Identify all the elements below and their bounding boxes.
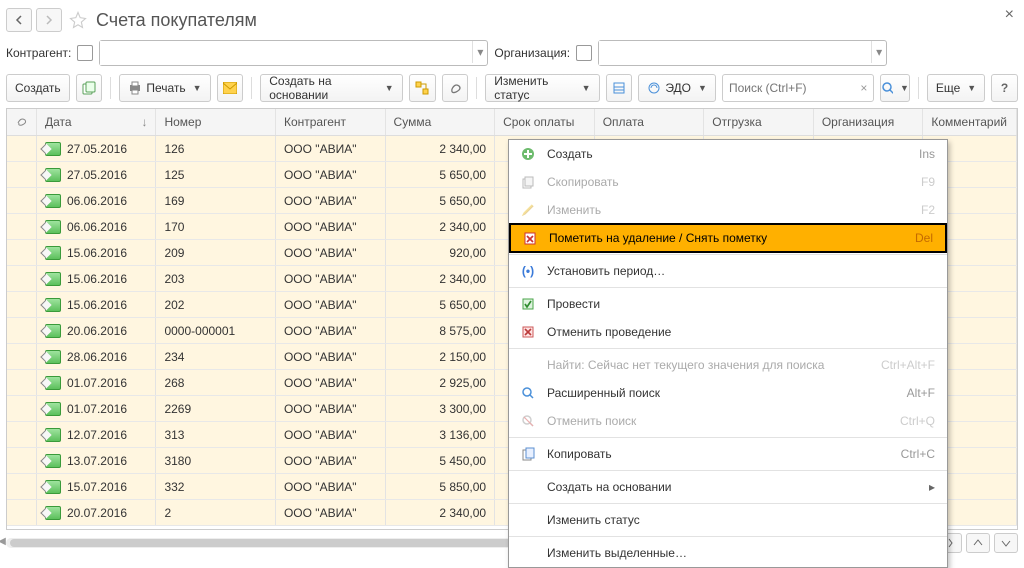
context-menu: СоздатьIns СкопироватьF9 ИзменитьF2 Поме… xyxy=(508,139,948,568)
help-button[interactable]: ? xyxy=(991,74,1018,102)
col-pay-due[interactable]: Срок оплаты xyxy=(495,109,595,135)
ctx-post[interactable]: Провести xyxy=(509,290,947,318)
ctx-change-selected[interactable]: Изменить выделенные… xyxy=(509,539,947,567)
clipboard-copy-icon xyxy=(519,445,537,463)
doc-posted-icon xyxy=(45,324,61,338)
plus-icon xyxy=(519,145,537,163)
contractor-field[interactable]: ▾ xyxy=(99,40,488,66)
edo-icon xyxy=(647,81,661,95)
contractor-label: Контрагент: xyxy=(6,46,71,60)
page-title: Счета покупателям xyxy=(96,10,257,31)
doc-posted-icon xyxy=(45,350,61,364)
doc-posted-icon xyxy=(45,428,61,442)
search-icon xyxy=(519,384,537,402)
col-date[interactable]: Дата↓ xyxy=(37,109,157,135)
doc-posted-icon xyxy=(45,272,61,286)
search-box[interactable]: × xyxy=(722,74,874,102)
chevron-right-icon: ▸ xyxy=(929,480,935,494)
copy-button[interactable] xyxy=(76,74,103,102)
edo-button[interactable]: ЭДО▼ xyxy=(638,74,716,102)
ctx-cancel-find: Отменить поискCtrl+Q xyxy=(509,407,947,435)
organization-field[interactable]: ▾ xyxy=(598,40,887,66)
doc-posted-icon xyxy=(45,220,61,234)
doc-posted-icon xyxy=(45,506,61,520)
ctx-create[interactable]: СоздатьIns xyxy=(509,140,947,168)
more-button[interactable]: Еще▼ xyxy=(927,74,985,102)
create-button[interactable]: Создать xyxy=(6,74,70,102)
doc-posted-icon xyxy=(45,168,61,182)
doc-posted-icon xyxy=(45,376,61,390)
find-button[interactable]: ▼ xyxy=(880,74,910,102)
col-comment[interactable]: Комментарий xyxy=(923,109,1017,135)
col-sum[interactable]: Сумма xyxy=(386,109,496,135)
col-payment[interactable]: Оплата xyxy=(595,109,705,135)
ctx-create-based[interactable]: Создать на основании▸ xyxy=(509,473,947,501)
organization-checkbox[interactable] xyxy=(576,45,592,61)
chevron-down-icon[interactable]: ▾ xyxy=(871,41,886,63)
print-button[interactable]: Печать▼ xyxy=(119,74,210,102)
mail-button[interactable] xyxy=(217,74,244,102)
doc-posted-icon xyxy=(45,142,61,156)
create-based-button[interactable]: Создать на основании▼ xyxy=(260,74,402,102)
clear-search-button[interactable]: × xyxy=(855,81,873,95)
doc-posted-icon xyxy=(45,480,61,494)
ctx-adv-find[interactable]: Расширенный поискAlt+F xyxy=(509,379,947,407)
col-org[interactable]: Организация xyxy=(814,109,924,135)
pencil-icon xyxy=(519,201,537,219)
ctx-unpost[interactable]: Отменить проведение xyxy=(509,318,947,346)
form-settings-button[interactable] xyxy=(606,74,633,102)
col-number[interactable]: Номер xyxy=(156,109,276,135)
chevron-down-icon[interactable]: ▾ xyxy=(472,41,487,63)
period-icon: (•) xyxy=(519,262,537,280)
ctx-copy-clipboard[interactable]: КопироватьCtrl+C xyxy=(509,440,947,468)
col-shipment[interactable]: Отгрузка xyxy=(704,109,814,135)
nav-back-button[interactable] xyxy=(6,8,32,32)
doc-posted-icon xyxy=(45,246,61,260)
nav-fwd-button[interactable] xyxy=(36,8,62,32)
doc-posted-icon xyxy=(45,454,61,468)
ctx-mark-delete[interactable]: Пометить на удаление / Снять пометкуDel xyxy=(509,223,947,253)
search-input[interactable] xyxy=(723,81,855,95)
contractor-checkbox[interactable] xyxy=(77,45,93,61)
printer-icon xyxy=(128,81,142,95)
clip-column[interactable] xyxy=(7,109,37,135)
attachments-button[interactable] xyxy=(442,74,469,102)
col-contractor[interactable]: Контрагент xyxy=(276,109,386,135)
post-icon xyxy=(519,295,537,313)
scroll-up-button[interactable] xyxy=(966,533,990,553)
ctx-change-status[interactable]: Изменить статус xyxy=(509,506,947,534)
ctx-find: Найти: Сейчас нет текущего значения для … xyxy=(509,351,947,379)
favorite-icon[interactable] xyxy=(66,11,90,29)
ctx-set-period[interactable]: (•) Установить период… xyxy=(509,257,947,285)
ctx-copy: СкопироватьF9 xyxy=(509,168,947,196)
related-button[interactable] xyxy=(409,74,436,102)
delete-mark-icon xyxy=(521,229,539,247)
scroll-down-button[interactable] xyxy=(994,533,1018,553)
table-header: Дата↓ Номер Контрагент Сумма Срок оплаты… xyxy=(7,109,1017,136)
ctx-edit: ИзменитьF2 xyxy=(509,196,947,224)
close-button[interactable]: × xyxy=(1005,6,1014,24)
unpost-icon xyxy=(519,323,537,341)
search-cancel-icon xyxy=(519,412,537,430)
change-status-button[interactable]: Изменить статус▼ xyxy=(485,74,599,102)
doc-posted-icon xyxy=(45,402,61,416)
copy-icon xyxy=(519,173,537,191)
doc-posted-icon xyxy=(45,298,61,312)
organization-label: Организация: xyxy=(494,46,570,60)
doc-posted-icon xyxy=(45,194,61,208)
